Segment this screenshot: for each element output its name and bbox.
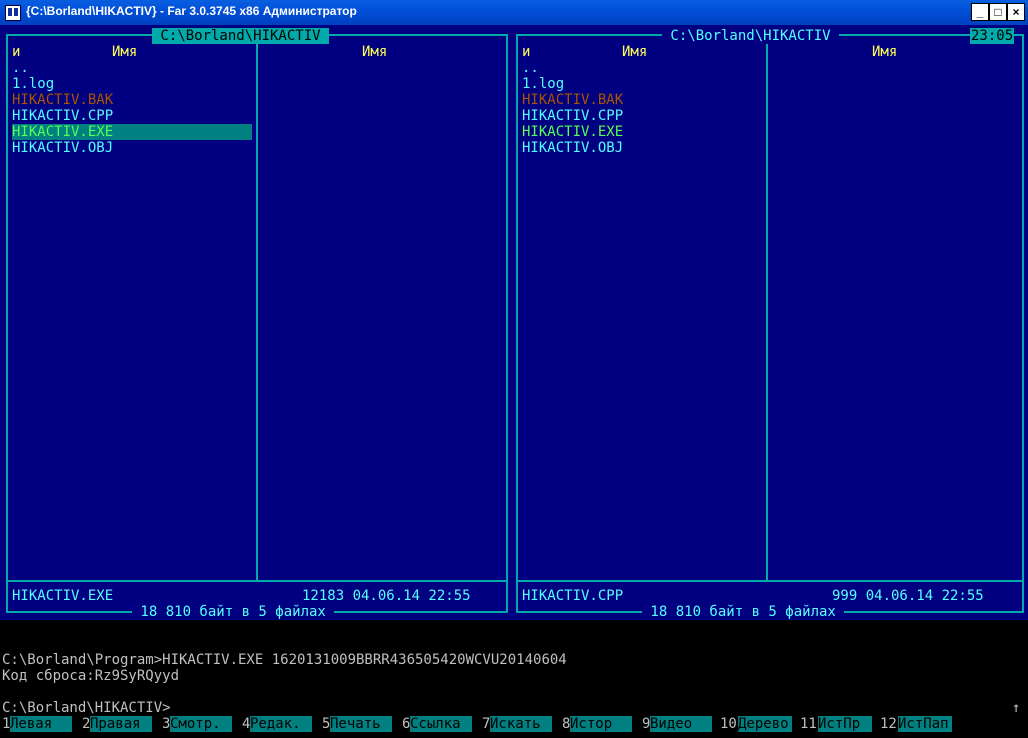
right-column-divider (766, 36, 768, 581)
left-panel[interactable]: C:\Borland\HIKACTIV и Имя Имя .. 1.log HIK… (0, 25, 510, 620)
left-file-item[interactable]: HIKACTIV.CPP (12, 108, 113, 124)
left-col-header-name[interactable]: Имя (112, 44, 137, 60)
left-file-item[interactable]: HIKACTIV.EXE (12, 124, 252, 140)
console-line-2: Код сброса:Rz9SyRQyyd (2, 668, 180, 684)
far-app-icon[interactable] (5, 5, 21, 21)
fkey-2-button[interactable]: Правая (90, 716, 152, 732)
right-file-item[interactable]: 1.log (522, 76, 564, 92)
fkey-number-11: 11 (800, 716, 817, 732)
left-col-header-n[interactable]: и (12, 44, 20, 60)
right-panel-path[interactable]: C:\Borland\HIKACTIV (662, 28, 840, 44)
window-title: {C:\Borland\HIKACTIV} - Far 3.0.3745 x86… (26, 4, 357, 18)
right-file-item[interactable]: HIKACTIV.OBJ (522, 140, 623, 156)
fkey-6-button[interactable]: Ссылка (410, 716, 472, 732)
fkey-number-10: 10 (720, 716, 737, 732)
left-panel-path[interactable]: C:\Borland\HIKACTIV (152, 28, 330, 44)
minimize-button[interactable]: _ (971, 3, 989, 21)
left-summary: 18 810 байт в 5 файлах (132, 604, 335, 620)
right-panel[interactable]: C:\Borland\HIKACTIV 23:05 и Имя Имя .. 1.… (510, 25, 1028, 620)
fkey-4-button[interactable]: Редак. (250, 716, 312, 732)
right-col-header-name[interactable]: Имя (622, 44, 647, 60)
far-console[interactable]: C:\Borland\HIKACTIV и Имя Имя .. 1.log HIK… (0, 25, 1028, 738)
function-key-bar: 1 Левая 2 Правая 3 Смотр. 4 Редак. 5 Печать 6 Ссылк… (0, 716, 1028, 732)
fkey-3-button[interactable]: Смотр. (170, 716, 232, 732)
right-status-divider (518, 580, 1022, 582)
console-line-1: C:\Borland\Program>HIKACTIV.EXE 16201310… (2, 652, 567, 668)
fkey-8-button[interactable]: Истор (570, 716, 632, 732)
right-file-item[interactable]: HIKACTIV.CPP (522, 108, 623, 124)
fkey-9-button[interactable]: Видео (650, 716, 712, 732)
right-col-header-n[interactable]: и (522, 44, 530, 60)
right-summary: 18 810 байт в 5 файлах (642, 604, 845, 620)
right-file-item[interactable]: HIKACTIV.EXE (522, 124, 623, 140)
left-status-divider (8, 580, 506, 582)
maximize-button[interactable]: □ (989, 3, 1007, 21)
left-file-item[interactable]: 1.log (12, 76, 54, 92)
left-file-item[interactable]: HIKACTIV.OBJ (12, 140, 113, 156)
window-title-bar[interactable]: {C:\Borland\HIKACTIV} - Far 3.0.3745 x86… (0, 0, 1028, 25)
right-col-header-name-2[interactable]: Имя (872, 44, 897, 60)
fkey-12-button[interactable]: ИстПап (898, 716, 952, 732)
left-col-header-name-2[interactable]: Имя (362, 44, 387, 60)
clock: 23:05 (970, 28, 1015, 44)
command-prompt[interactable]: C:\Borland\HIKACTIV> (2, 700, 171, 716)
left-file-item[interactable]: .. (12, 60, 29, 76)
right-file-item[interactable]: .. (522, 60, 539, 76)
right-status-info: 999 04.06.14 22:55 (832, 588, 984, 604)
right-file-item[interactable]: HIKACTIV.BAK (522, 92, 623, 108)
fkey-7-button[interactable]: Искать (490, 716, 552, 732)
fkey-5-button[interactable]: Печать (330, 716, 392, 732)
fkey-10-button[interactable]: Дерево (738, 716, 792, 732)
left-file-item[interactable]: HIKACTIV.BAK (12, 92, 113, 108)
fkey-11-button[interactable]: ИстПр (818, 716, 872, 732)
fkey-1-button[interactable]: Левая (10, 716, 72, 732)
right-status-filename: HIKACTIV.CPP (522, 588, 624, 604)
left-column-divider (256, 36, 258, 581)
left-status-filename: HIKACTIV.EXE (12, 588, 114, 604)
scroll-arrow-icon[interactable]: ↑ (1012, 700, 1020, 716)
fkey-number-12: 12 (880, 716, 897, 732)
left-status-info: 12183 04.06.14 22:55 (302, 588, 471, 604)
close-button[interactable]: × (1007, 3, 1025, 21)
